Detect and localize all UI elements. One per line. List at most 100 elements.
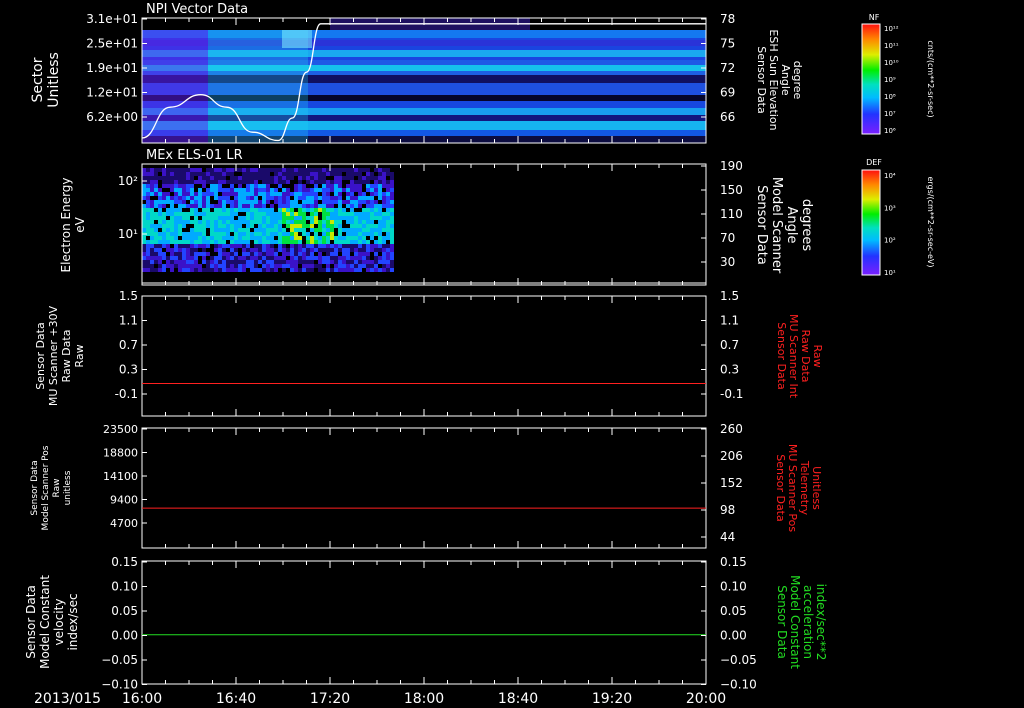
spectrogram-cell [222, 216, 226, 220]
spectrogram-cell [366, 264, 370, 268]
spectrogram-cell [266, 224, 270, 228]
spectrogram-cell [174, 168, 178, 172]
spectrogram-cell [326, 224, 330, 228]
spectrogram-cell [226, 172, 230, 176]
spectrogram-cell [146, 264, 150, 268]
spectrogram-cell [322, 168, 326, 172]
spectrogram-cell [226, 180, 230, 184]
spectrogram-cell [314, 228, 318, 232]
spectrogram-cell [254, 228, 258, 232]
spectrogram-cell [238, 188, 242, 192]
spectrogram-cell [286, 252, 290, 256]
spectrogram-cell [190, 204, 194, 208]
spectrogram-cell [314, 244, 318, 248]
spectrogram-cell [234, 264, 238, 268]
spectrogram-cell [174, 184, 178, 188]
spectrogram-cell [206, 188, 210, 192]
spectrogram-cell [350, 256, 354, 260]
spectrogram-cell [386, 196, 390, 200]
spectrogram-cell [246, 240, 250, 244]
spectrogram-cell [378, 260, 382, 264]
spectrogram-cell [294, 212, 298, 216]
spectrogram-cell [342, 228, 346, 232]
spectrogram-cell [286, 188, 290, 192]
spectrogram-cell [146, 268, 150, 272]
spectrogram-cell [254, 168, 258, 172]
spectrogram-cell [242, 216, 246, 220]
y-tick-label: 70 [720, 231, 735, 245]
spectrogram-cell [142, 260, 146, 264]
spectrogram-cell [306, 192, 310, 196]
spectrogram-cell [226, 268, 230, 272]
spectrogram-cell [222, 176, 226, 180]
spectrogram-cell [382, 168, 386, 172]
spectrogram-cell [310, 244, 314, 248]
spectrogram-cell [230, 208, 234, 212]
y-label-left-line3: velocity [52, 599, 66, 646]
spectrogram-cell [214, 188, 218, 192]
spectrogram-cell [302, 172, 306, 176]
spectrogram-cell [230, 248, 234, 252]
spectrogram-cell [166, 240, 170, 244]
spectrogram-cell [154, 180, 158, 184]
spectrogram-cell [218, 248, 222, 252]
spectrogram-cell [270, 264, 274, 268]
spectrogram-cell [178, 184, 182, 188]
colorbar-label: NF [869, 13, 880, 22]
spectrogram-cell [326, 220, 330, 224]
spectrogram-cell [222, 268, 226, 272]
spectrogram-cell [258, 200, 262, 204]
spectrogram-cell [218, 172, 222, 176]
spectrogram-cell [198, 176, 202, 180]
spectrogram-cell [302, 224, 306, 228]
spectrogram-cell [266, 172, 270, 176]
spectrogram-cell [302, 208, 306, 212]
spectrogram-cell [202, 268, 206, 272]
spectrogram-cell [262, 172, 266, 176]
spectrogram-cell [214, 220, 218, 224]
y-label-right-line1: Sensor Data [775, 585, 789, 659]
spectrogram-cell [150, 232, 154, 236]
spectrogram-cell [218, 220, 222, 224]
spectrogram-cell [242, 204, 246, 208]
colorbar-tick-label: 10⁶ [884, 127, 896, 135]
spectrogram-cell [162, 196, 166, 200]
spectrogram-cell [326, 212, 330, 216]
spectrogram-cell [190, 172, 194, 176]
spectrogram-cell [338, 248, 342, 252]
y-label-left-line2: Unitless [46, 52, 62, 108]
spectrogram-cell [298, 236, 302, 240]
spectrogram-cell [298, 184, 302, 188]
time-tick-label: 16:00 [122, 691, 162, 707]
spectrogram-cell [274, 192, 278, 196]
spectrogram-cell [374, 204, 378, 208]
spectrogram-cell [290, 260, 294, 264]
spectrogram-cell [338, 168, 342, 172]
spectrogram-cell [226, 200, 230, 204]
spectrogram-cell [254, 252, 258, 256]
spectrogram-cell [362, 236, 366, 240]
spectrogram-cell [386, 256, 390, 260]
y-tick-label: 10¹ [118, 227, 138, 241]
spectrogram-cell [334, 172, 338, 176]
spectrogram-cell [198, 264, 202, 268]
spectrogram-cell [198, 212, 202, 216]
spectrogram-cell [286, 180, 290, 184]
spectrogram-cell [386, 220, 390, 224]
y-tick-label: 3.1e+01 [86, 12, 138, 26]
spectrogram-cell [310, 188, 314, 192]
spectrogram-cell [350, 224, 354, 228]
spectrogram-cell [194, 232, 198, 236]
spectrogram-cell [354, 252, 358, 256]
spectrogram-cell [230, 200, 234, 204]
spectrogram-cell [246, 168, 250, 172]
spectrogram-cell [166, 196, 170, 200]
spectrogram-cell [382, 176, 386, 180]
spectrogram-cell [166, 176, 170, 180]
spectrogram-cell [270, 216, 274, 220]
spectrogram-cell [310, 240, 314, 244]
spectrogram-cell [330, 244, 334, 248]
spectrogram-cell [170, 168, 174, 172]
y-label-right-line1: Sensor Data [754, 185, 769, 265]
spectrogram-cell [346, 176, 350, 180]
